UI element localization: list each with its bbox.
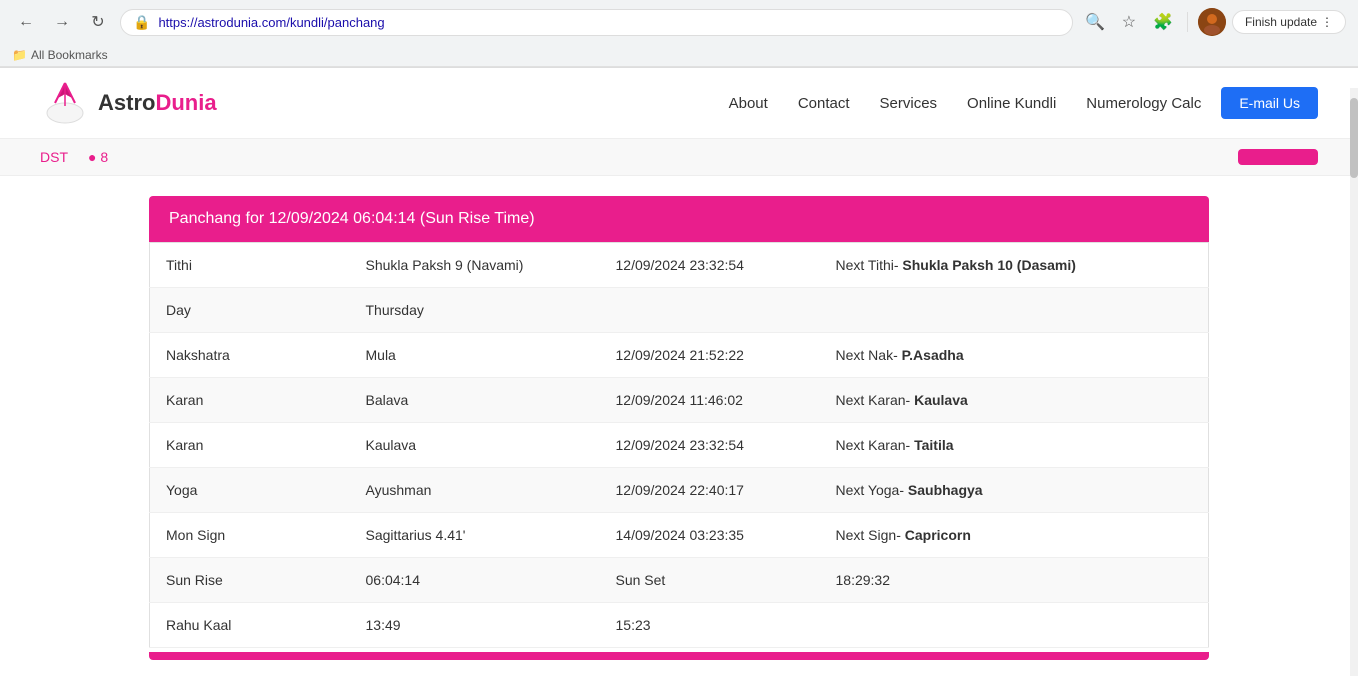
nav-links: About Contact Services Online Kundli Num… [729,95,1202,112]
lock-icon: 🔒 [133,14,150,31]
row-next [820,603,1209,648]
row-date [600,288,820,333]
nav-services[interactable]: Services [880,95,938,112]
logo-container[interactable]: AstroDunia [40,78,217,128]
nav-online-kundli[interactable]: Online Kundli [967,95,1056,112]
nav-numerology-calc[interactable]: Numerology Calc [1086,95,1201,112]
table-row: KaranBalava12/09/2024 11:46:02Next Karan… [150,378,1209,423]
extensions-button[interactable]: 🧩 [1149,8,1177,36]
banner-text: DST [40,149,68,165]
bookmarks-bar: 📁 All Bookmarks [0,44,1358,67]
address-bar[interactable]: 🔒 https://astrodunia.com/kundli/panchang [120,9,1073,36]
row-value: Ayushman [350,468,600,513]
banner-area: DST ● 8 [0,139,1358,176]
bottom-red-bar [149,652,1209,660]
row-label: Mon Sign [150,513,350,558]
logo-astro: Astro [98,90,155,115]
browser-actions: 🔍 ☆ 🧩 Finish update ⋮ [1081,8,1346,36]
panchang-header: Panchang for 12/09/2024 06:04:14 (Sun Ri… [149,196,1209,242]
page-content: AstroDunia About Contact Services Online… [0,68,1358,680]
nav-about[interactable]: About [729,95,768,112]
row-label: Karan [150,378,350,423]
row-value: Kaulava [350,423,600,468]
table-row: TithiShukla Paksh 9 (Navami)12/09/2024 2… [150,243,1209,288]
forward-button[interactable]: → [48,8,76,36]
row-value: 06:04:14 [350,558,600,603]
navbar: AstroDunia About Contact Services Online… [0,68,1358,139]
table-row: Sun Rise06:04:14 Sun Set 18:29:32 [150,558,1209,603]
row-value: Thursday [350,288,600,333]
nav-contact[interactable]: Contact [798,95,850,112]
row-date: 12/09/2024 21:52:22 [600,333,820,378]
row-date: 14/09/2024 03:23:35 [600,513,820,558]
browser-toolbar: ← → ↻ 🔒 https://astrodunia.com/kundli/pa… [0,0,1358,44]
panchang-section: Panchang for 12/09/2024 06:04:14 (Sun Ri… [129,196,1229,660]
row-date: 12/09/2024 22:40:17 [600,468,820,513]
row-date: Sun Set [600,558,820,603]
row-label: Karan [150,423,350,468]
row-label: Yoga [150,468,350,513]
row-date: 15:23 [600,603,820,648]
chevron-down-icon: ⋮ [1321,15,1333,29]
url-text: https://astrodunia.com/kundli/panchang [158,15,1060,30]
row-date: 12/09/2024 23:32:54 [600,243,820,288]
avatar-button[interactable] [1198,8,1226,36]
folder-icon: 📁 [12,48,27,62]
table-row: KaranKaulava12/09/2024 23:32:54Next Kara… [150,423,1209,468]
row-value: Mula [350,333,600,378]
user-avatar-icon [1198,8,1226,36]
bookmarks-label: All Bookmarks [31,48,108,62]
row-next: Next Yoga- Saubhagya [820,468,1209,513]
logo-icon [40,78,90,128]
scrollbar-track[interactable] [1350,88,1358,676]
finish-update-label: Finish update [1245,15,1317,29]
row-label: Day [150,288,350,333]
banner-action-button[interactable] [1238,149,1318,165]
row-value: Balava [350,378,600,423]
row-next: Next Karan- Kaulava [820,378,1209,423]
logo-dunia: Dunia [155,90,216,115]
row-next: Next Nak- P.Asadha [820,333,1209,378]
table-row: DayThursday [150,288,1209,333]
banner-extra-text: ● 8 [88,149,108,165]
row-value: 13:49 [350,603,600,648]
bookmark-button[interactable]: ☆ [1115,8,1143,36]
table-row: YogaAyushman12/09/2024 22:40:17Next Yoga… [150,468,1209,513]
separator [1187,12,1188,32]
table-row: Rahu Kaal13:4915:23 [150,603,1209,648]
row-next: Next Tithi- Shukla Paksh 10 (Dasami) [820,243,1209,288]
row-value: Sagittarius 4.41' [350,513,600,558]
all-bookmarks-link[interactable]: 📁 All Bookmarks [12,48,108,62]
row-date: 12/09/2024 11:46:02 [600,378,820,423]
row-next: Next Karan- Taitila [820,423,1209,468]
row-next: Next Sign- Capricorn [820,513,1209,558]
row-value: Shukla Paksh 9 (Navami) [350,243,600,288]
back-button[interactable]: ← [12,8,40,36]
sun-set-label: Sun Set [616,572,666,588]
row-label: Sun Rise [150,558,350,603]
email-us-button[interactable]: E-mail Us [1221,87,1318,119]
table-row: NakshatraMula12/09/2024 21:52:22Next Nak… [150,333,1209,378]
search-button[interactable]: 🔍 [1081,8,1109,36]
row-next [820,288,1209,333]
table-row: Mon SignSagittarius 4.41'14/09/2024 03:2… [150,513,1209,558]
row-label: Nakshatra [150,333,350,378]
panchang-table: TithiShukla Paksh 9 (Navami)12/09/2024 2… [149,242,1209,648]
logo-text: AstroDunia [98,90,217,116]
row-next: 18:29:32 [820,558,1209,603]
row-label: Tithi [150,243,350,288]
reload-button[interactable]: ↻ [84,8,112,36]
row-date: 12/09/2024 23:32:54 [600,423,820,468]
row-label: Rahu Kaal [150,603,350,648]
scrollbar-thumb[interactable] [1350,98,1358,178]
browser-chrome: ← → ↻ 🔒 https://astrodunia.com/kundli/pa… [0,0,1358,68]
finish-update-button[interactable]: Finish update ⋮ [1232,10,1346,34]
